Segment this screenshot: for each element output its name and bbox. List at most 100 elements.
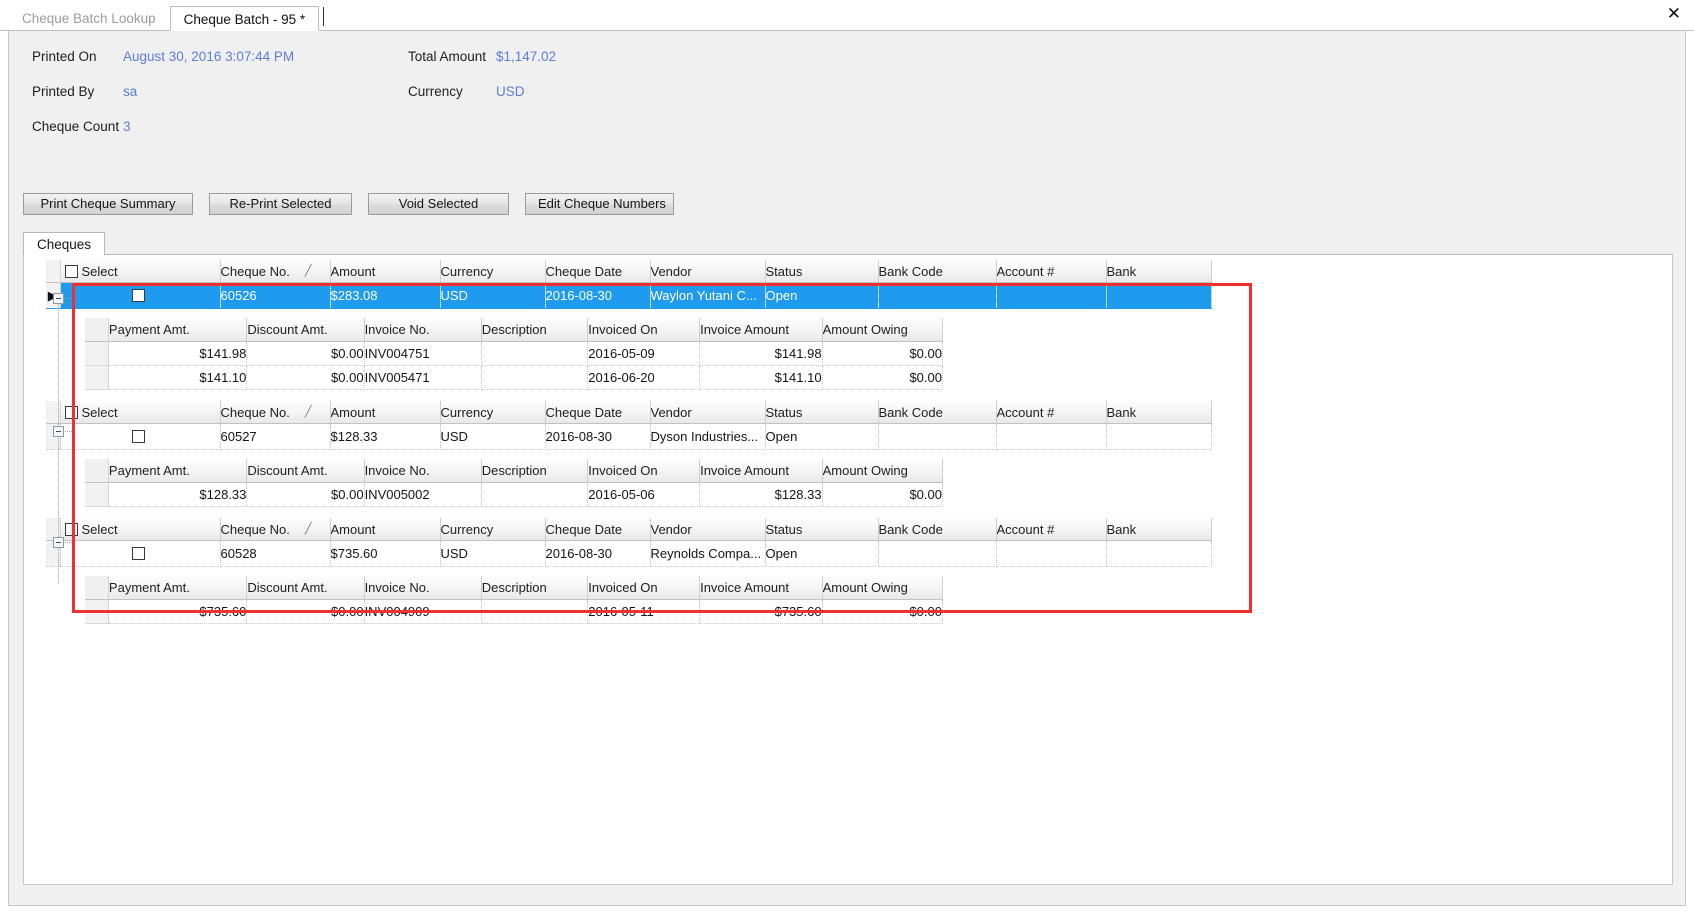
cheque-select-checkbox-cell[interactable]: [60, 423, 221, 450]
command-button-bar: Print Cheque Summary Re-Print Selected V…: [23, 193, 674, 215]
document-tab-cheque-batch-lookup[interactable]: Cheque Batch Lookup: [8, 5, 170, 30]
cell-status: Open: [765, 423, 879, 450]
tab-cheques[interactable]: Cheques: [23, 232, 106, 256]
column-header-cheque-no[interactable]: Cheque No. ╱: [220, 401, 331, 424]
detail-column-header-invoiced-on[interactable]: Invoiced On: [587, 459, 701, 483]
re-print-selected-button[interactable]: Re-Print Selected: [209, 193, 352, 215]
edit-cheque-numbers-button[interactable]: Edit Cheque Numbers: [525, 193, 674, 215]
invoice-row[interactable]: $141.10 $0.00 INV005471 2016-06-20 $141.10 $0…: [85, 365, 944, 390]
column-header-status[interactable]: Status: [765, 518, 879, 541]
cheque-group: Select Cheque No. ╱ Amount Currency Cheque Da…: [46, 401, 1226, 518]
column-header-select[interactable]: Select: [60, 401, 221, 424]
currency-value: USD: [496, 84, 525, 99]
column-header-label: Description: [481, 463, 547, 478]
document-tab-strip: Cheque Batch Lookup Cheque Batch - 95 * …: [0, 0, 1694, 31]
cell-amount-owing: $0.00: [822, 365, 944, 390]
invoice-detail-table: Payment Amt. Discount Amt. Invoice No. Desc…: [85, 459, 944, 507]
invoice-row[interactable]: $141.98 $0.00 INV004751 2016-05-09 $141.98 $0…: [85, 341, 944, 366]
cheque-select-checkbox-cell[interactable]: [60, 282, 221, 309]
column-header-currency[interactable]: Currency: [440, 518, 546, 541]
cell-description: [481, 365, 589, 390]
column-header-cheque-no[interactable]: Cheque No. ╱: [220, 518, 331, 541]
detail-column-header-invoice-no[interactable]: Invoice No.: [364, 576, 482, 600]
void-selected-button[interactable]: Void Selected: [368, 193, 509, 215]
column-header-label: Status: [765, 404, 803, 420]
cell-currency: USD: [440, 282, 546, 309]
detail-column-header-description[interactable]: Description: [481, 576, 589, 600]
row-select-checkbox[interactable]: [131, 547, 145, 560]
invoice-detail-grid: Payment Amt. Discount Amt. Invoice No. Desc…: [85, 318, 1226, 390]
column-header-label: Bank: [1106, 263, 1137, 279]
select-all-checkbox[interactable]: [64, 264, 78, 278]
detail-column-header-amount-owing[interactable]: Amount Owing: [822, 459, 944, 483]
detail-column-header-invoice-no[interactable]: Invoice No.: [364, 318, 482, 342]
column-header-status[interactable]: Status: [765, 260, 879, 283]
detail-column-header-discount-amt[interactable]: Discount Amt.: [246, 318, 365, 342]
column-header-vendor[interactable]: Vendor: [650, 401, 766, 424]
application-window: Cheque Batch Lookup Cheque Batch - 95 * …: [0, 0, 1694, 914]
cheque-column-header-row: Select Cheque No. ╱ Amount Currency Cheque Da…: [46, 401, 1212, 424]
select-all-checkbox[interactable]: [64, 405, 78, 419]
invoice-column-header-row: Payment Amt. Discount Amt. Invoice No. Desc…: [85, 459, 944, 483]
detail-column-header-discount-amt[interactable]: Discount Amt.: [246, 576, 365, 600]
cheque-batch-page: Printed On August 30, 2016 3:07:44 PM Pri…: [8, 31, 1686, 906]
detail-column-header-amount-owing[interactable]: Amount Owing: [822, 318, 944, 342]
row-indicator-cell: [46, 540, 61, 567]
column-header-bank[interactable]: Bank: [1106, 518, 1212, 541]
column-header-bank-code[interactable]: Bank Code: [878, 401, 997, 424]
column-header-amount[interactable]: Amount: [330, 260, 441, 283]
row-select-checkbox[interactable]: [131, 430, 145, 443]
column-header-cheque-date[interactable]: Cheque Date: [545, 260, 651, 283]
detail-column-header-invoiced-on[interactable]: Invoiced On: [587, 576, 701, 600]
cheque-row[interactable]: 60528 $735.60 USD 2016-08-30 Reynolds Compa.…: [46, 540, 1212, 567]
column-header-select[interactable]: Select: [60, 518, 221, 541]
column-header-status[interactable]: Status: [765, 401, 879, 424]
invoice-row[interactable]: $128.33 $0.00 INV005002 2016-05-06 $128.33 $0…: [85, 482, 944, 507]
invoice-row[interactable]: $735.60 $0.00 INV004909 2016-05-11 $735.60 $0…: [85, 599, 944, 624]
column-header-bank-code[interactable]: Bank Code: [878, 260, 997, 283]
select-all-checkbox[interactable]: [64, 522, 78, 536]
column-header-cheque-date[interactable]: Cheque Date: [545, 518, 651, 541]
detail-column-header-invoice-no[interactable]: Invoice No.: [364, 459, 482, 483]
column-header-account[interactable]: Account #: [996, 518, 1107, 541]
column-header-select[interactable]: Select: [60, 260, 221, 283]
cheques-grid[interactable]: Select Cheque No. ╱ Amount Currency Cheque Da…: [23, 255, 1673, 885]
detail-column-header-discount-amt[interactable]: Discount Amt.: [246, 459, 365, 483]
column-header-label: Bank Code: [878, 521, 943, 537]
column-header-label: Amount Owing: [822, 580, 908, 595]
detail-column-header-invoiced-on[interactable]: Invoiced On: [587, 318, 701, 342]
column-header-vendor[interactable]: Vendor: [650, 518, 766, 541]
column-header-currency[interactable]: Currency: [440, 260, 546, 283]
column-header-currency[interactable]: Currency: [440, 401, 546, 424]
detail-column-header-payment-amt[interactable]: Payment Amt.: [108, 318, 248, 342]
document-tab-cheque-batch-95[interactable]: Cheque Batch - 95 *: [169, 6, 320, 31]
column-header-bank[interactable]: Bank: [1106, 260, 1212, 283]
detail-column-header-payment-amt[interactable]: Payment Amt.: [108, 459, 248, 483]
cell-description: [481, 341, 589, 366]
column-header-account[interactable]: Account #: [996, 401, 1107, 424]
cell-payment-amt: $128.33: [108, 482, 248, 507]
row-select-checkbox[interactable]: [131, 289, 145, 302]
detail-column-header-description[interactable]: Description: [481, 459, 589, 483]
column-header-cheque-no[interactable]: Cheque No. ╱: [220, 260, 331, 283]
detail-column-header-invoice-amount[interactable]: Invoice Amount: [699, 459, 823, 483]
column-header-bank-code[interactable]: Bank Code: [878, 518, 997, 541]
cheque-select-checkbox-cell[interactable]: [60, 540, 221, 567]
detail-column-header-invoice-amount[interactable]: Invoice Amount: [699, 576, 823, 600]
column-header-amount[interactable]: Amount: [330, 401, 441, 424]
close-icon[interactable]: ✕: [1667, 6, 1681, 23]
column-header-account[interactable]: Account #: [996, 260, 1107, 283]
column-header-amount[interactable]: Amount: [330, 518, 441, 541]
column-header-cheque-date[interactable]: Cheque Date: [545, 401, 651, 424]
column-header-bank[interactable]: Bank: [1106, 401, 1212, 424]
column-header-label: Invoice Amount: [700, 463, 789, 478]
detail-column-header-payment-amt[interactable]: Payment Amt.: [108, 576, 248, 600]
detail-column-header-amount-owing[interactable]: Amount Owing: [822, 576, 944, 600]
cheque-row[interactable]: ▶ 60526 $283.08 USD 2016-08-30 Waylon Yutani …: [46, 282, 1212, 309]
print-cheque-summary-button[interactable]: Print Cheque Summary: [23, 193, 193, 215]
detail-column-header-invoice-amount[interactable]: Invoice Amount: [699, 318, 823, 342]
cheque-row[interactable]: 60527 $128.33 USD 2016-08-30 Dyson Industrie…: [46, 423, 1212, 450]
detail-column-header-description[interactable]: Description: [481, 318, 589, 342]
column-header-label: Description: [481, 322, 547, 337]
column-header-vendor[interactable]: Vendor: [650, 260, 766, 283]
